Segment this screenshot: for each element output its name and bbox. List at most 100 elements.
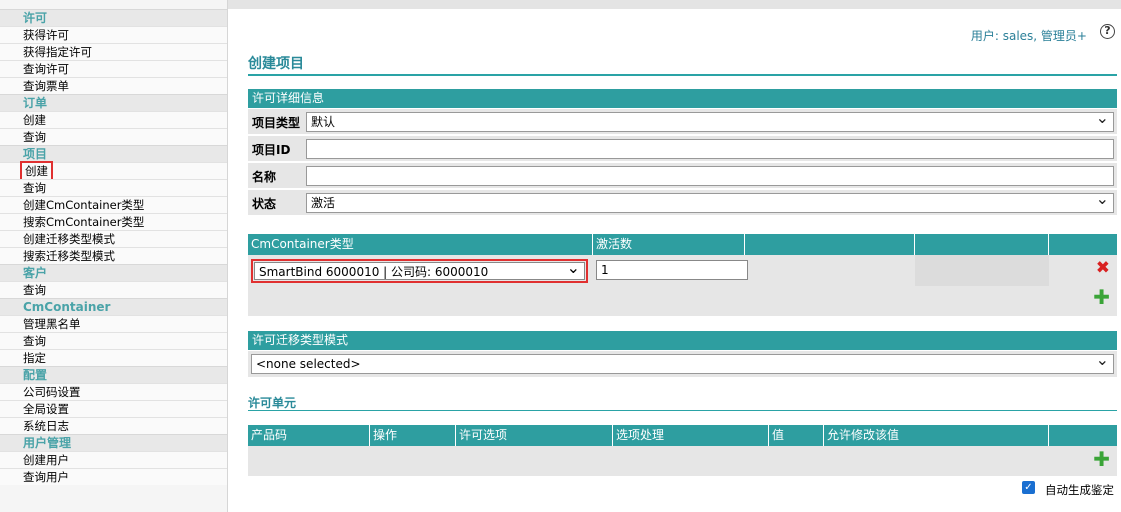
sidebar: 许可 获得许可 获得指定许可 查询许可 查询票单 订单 创建 查询 项目 创建 …: [0, 0, 228, 512]
help-icon[interactable]: ?: [1100, 24, 1115, 39]
status-select[interactable]: 激活: [306, 190, 1114, 213]
cmcontainer-table-body: SmartBind 6000010 | 公司码: 6000010 1 ✖ ✚: [248, 255, 1117, 316]
sidebar-item-label: 全局设置: [23, 402, 69, 416]
sidebar-item-search-migration-mode[interactable]: 搜索迁移类型模式: [0, 247, 227, 264]
sidebar-item-blacklist[interactable]: 管理黑名单: [0, 315, 227, 332]
container-type-select[interactable]: SmartBind 6000010 | 公司码: 6000010: [254, 259, 585, 280]
auto-generate-label: 自动生成鉴定: [1045, 483, 1114, 497]
sidebar-section-cmcontainer: CmContainer: [0, 298, 227, 315]
sidebar-item-query-user[interactable]: 查询用户: [0, 468, 227, 485]
sidebar-item-label: 公司码设置: [23, 385, 81, 399]
sidebar-item-get-license[interactable]: 获得许可: [0, 26, 227, 43]
col-header-operation: 操作: [370, 425, 456, 446]
sidebar-item-search-cmcontainer-type[interactable]: 搜索CmContainer类型: [0, 213, 227, 230]
cell-empty: [915, 255, 1049, 286]
project-type-row: 项目类型 默认: [248, 109, 1117, 135]
sidebar-item-label: 创建CmContainer类型: [23, 198, 145, 212]
sidebar-item-label: 查询: [23, 181, 46, 195]
license-units-table: 产品码 操作 许可选项 选项处理 值 允许修改该值 ✚: [248, 425, 1117, 476]
sidebar-item-customer-query[interactable]: 查询: [0, 281, 227, 298]
sidebar-section-config: 配置: [0, 366, 227, 383]
sidebar-item-project-create[interactable]: 创建: [0, 161, 227, 181]
sidebar-item-label: 查询: [23, 283, 46, 297]
col-header-cmcontainer-type: CmContainer类型: [248, 234, 593, 255]
project-type-select[interactable]: 默认: [306, 109, 1114, 132]
col-header-empty-1: [745, 234, 915, 255]
sidebar-item-label: 获得许可: [23, 28, 69, 42]
project-id-input[interactable]: [306, 139, 1114, 159]
sidebar-item-order-query[interactable]: 查询: [0, 128, 227, 145]
sidebar-item-create-user[interactable]: 创建用户: [0, 451, 227, 468]
sidebar-section-license: 许可: [0, 9, 227, 26]
sidebar-item-label: 获得指定许可: [23, 45, 92, 59]
license-units-divider: [248, 410, 1117, 411]
sidebar-item-label: 搜索CmContainer类型: [23, 215, 145, 229]
sidebar-item-get-specified-license[interactable]: 获得指定许可: [0, 43, 227, 60]
project-type-label: 项目类型: [252, 116, 301, 130]
user-info: 用户: sales, 管理员+: [970, 29, 1087, 43]
col-header-empty-3: [1049, 234, 1117, 255]
col-header-activation-count: 激活数: [593, 234, 745, 255]
name-row: 名称: [248, 163, 1117, 189]
sidebar-item-label: 管理黑名单: [23, 317, 81, 331]
activation-count-input[interactable]: 1: [596, 260, 748, 280]
sidebar-item-label: 搜索迁移类型模式: [23, 249, 115, 263]
col-header-allow-modify: 允许修改该值: [824, 425, 1049, 446]
col-header-value: 值: [769, 425, 824, 446]
sidebar-item-label: 查询许可: [23, 62, 69, 76]
migration-row: <none selected>: [248, 351, 1117, 378]
migration-select[interactable]: <none selected>: [251, 351, 1114, 374]
cmcontainer-table-header: CmContainer类型 激活数: [248, 234, 1117, 255]
sidebar-item-company-code-settings[interactable]: 公司码设置: [0, 383, 227, 400]
col-header-option-handling: 选项处理: [613, 425, 769, 446]
auto-generate-checkbox[interactable]: ✓: [1022, 481, 1035, 494]
sidebar-item-create-migration-mode[interactable]: 创建迁移类型模式: [0, 230, 227, 247]
sidebar-section-user-management: 用户管理: [0, 434, 227, 451]
add-unit-icon[interactable]: ✚: [1093, 449, 1110, 469]
sidebar-item-label: 查询票单: [23, 79, 69, 93]
sidebar-item-label: 查询用户: [23, 470, 69, 484]
sidebar-item-label: 系统日志: [23, 419, 69, 433]
top-strip: [228, 0, 1121, 9]
sidebar-item-label: 创建: [20, 161, 53, 181]
title-divider: [248, 74, 1117, 76]
sidebar-section-customer: 客户: [0, 264, 227, 281]
status-row: 状态 激活: [248, 190, 1117, 216]
col-header-empty-2: [915, 234, 1049, 255]
sidebar-section-project: 项目: [0, 145, 227, 162]
table-row: SmartBind 6000010 | 公司码: 6000010 1 ✖: [248, 255, 1117, 286]
col-header-product-code: 产品码: [248, 425, 370, 446]
sidebar-item-label: 创建用户: [23, 453, 69, 467]
status-label: 状态: [252, 197, 277, 211]
sidebar-item-assign[interactable]: 指定: [0, 349, 227, 366]
sidebar-item-system-log[interactable]: 系统日志: [0, 417, 227, 434]
delete-row-icon[interactable]: ✖: [1096, 260, 1110, 277]
sidebar-item-project-query[interactable]: 查询: [0, 179, 227, 196]
migration-heading: 许可迁移类型模式: [248, 331, 1117, 350]
license-details-heading: 许可详细信息: [248, 89, 1117, 108]
license-units-title: 许可单元: [248, 396, 297, 410]
sidebar-item-label: 指定: [23, 351, 46, 365]
sidebar-item-label: 创建: [23, 113, 46, 127]
main-content: 用户: sales, 管理员+ ? 创建项目 许可详细信息 项目类型 默认 项目…: [228, 9, 1121, 512]
col-header-license-options: 许可选项: [456, 425, 613, 446]
project-id-row: 项目ID: [248, 136, 1117, 162]
col-header-empty: [1049, 425, 1117, 446]
sidebar-item-order-create[interactable]: 创建: [0, 111, 227, 128]
sidebar-item-label: 查询: [23, 334, 46, 348]
sidebar-item-query-ticket[interactable]: 查询票单: [0, 77, 227, 94]
container-type-highlight: SmartBind 6000010 | 公司码: 6000010: [251, 259, 588, 283]
license-units-header: 产品码 操作 许可选项 选项处理 值 允许修改该值: [248, 425, 1117, 446]
project-id-label: 项目ID: [252, 143, 291, 157]
sidebar-section-order: 订单: [0, 94, 227, 111]
name-input[interactable]: [306, 166, 1114, 186]
cmcontainer-table: CmContainer类型 激活数 SmartBind 6000010 | 公司…: [248, 234, 1117, 316]
name-label: 名称: [252, 170, 277, 184]
sidebar-item-cmcontainer-query[interactable]: 查询: [0, 332, 227, 349]
sidebar-item-global-settings[interactable]: 全局设置: [0, 400, 227, 417]
page-title: 创建项目: [248, 56, 304, 72]
sidebar-item-query-license[interactable]: 查询许可: [0, 60, 227, 77]
sidebar-item-label: 创建迁移类型模式: [23, 232, 115, 246]
sidebar-item-create-cmcontainer-type[interactable]: 创建CmContainer类型: [0, 196, 227, 213]
add-row-icon[interactable]: ✚: [1093, 287, 1110, 307]
